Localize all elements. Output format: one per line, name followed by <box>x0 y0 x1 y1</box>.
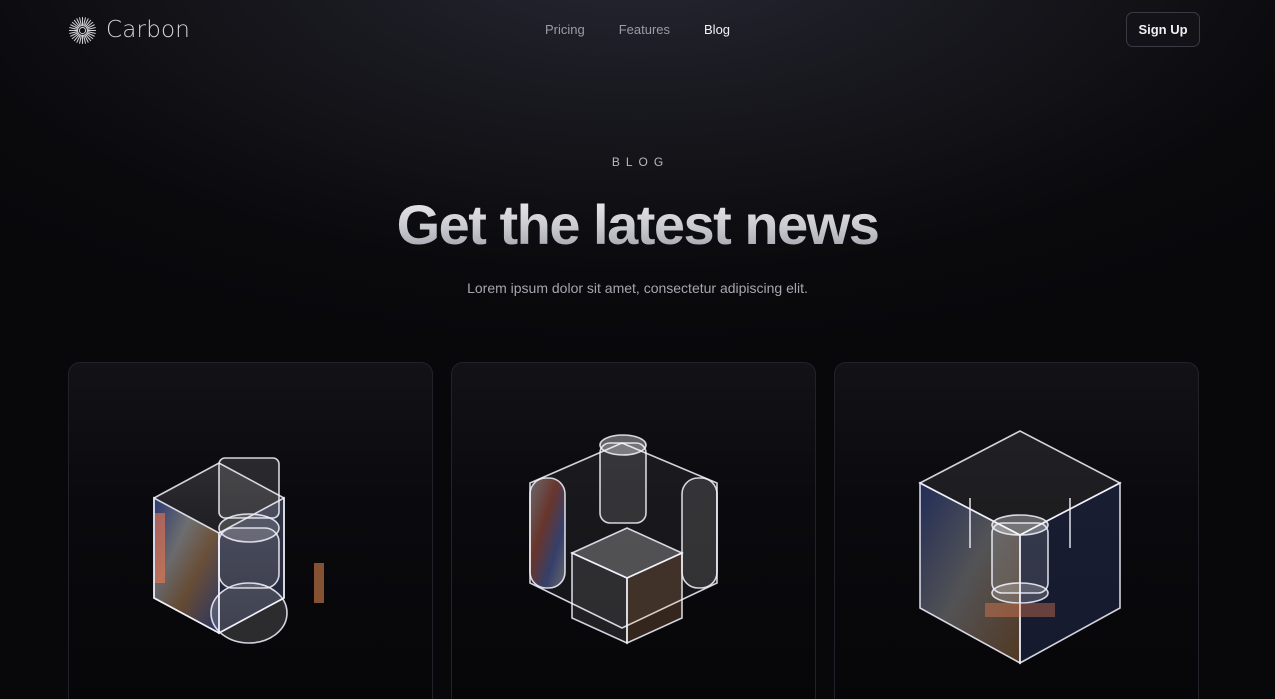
glass-cube-cross-icon <box>153 457 324 644</box>
page-subtitle: Lorem ipsum dolor sit amet, consectetur … <box>467 280 808 296</box>
nav-link-blog[interactable]: Blog <box>704 22 730 37</box>
nav-link-pricing[interactable]: Pricing <box>545 22 585 37</box>
glass-cube-frame-icon <box>918 430 1122 665</box>
nav-link-features[interactable]: Features <box>619 22 670 37</box>
blog-card[interactable] <box>451 362 816 699</box>
blog-card[interactable] <box>834 362 1199 699</box>
top-navigation: Carbon Pricing Features Blog Sign Up <box>0 0 1275 60</box>
page-title: Get the latest news <box>0 192 1275 257</box>
glass-cube-pillar-icon <box>529 434 718 645</box>
sign-up-button[interactable]: Sign Up <box>1126 12 1200 47</box>
main-nav: Pricing Features Blog <box>0 22 1275 37</box>
section-eyebrow: BLOG <box>611 155 670 169</box>
blog-card[interactable] <box>68 362 433 699</box>
